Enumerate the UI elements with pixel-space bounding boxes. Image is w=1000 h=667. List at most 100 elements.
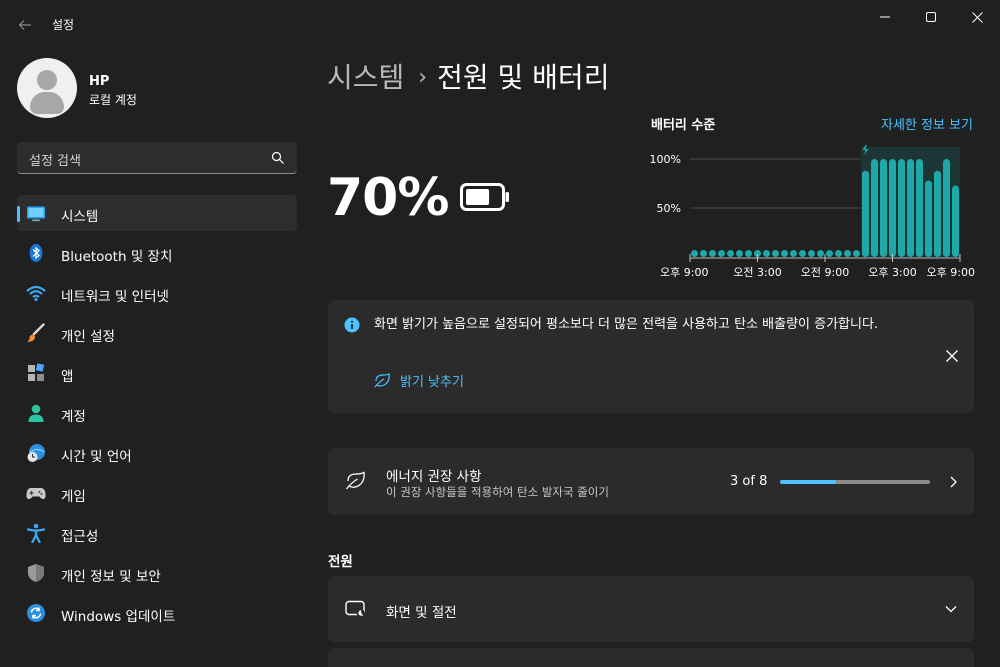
search-input[interactable]: 설정 검색 — [17, 142, 297, 174]
chart-bar — [736, 250, 743, 257]
sidebar-item-label: 시스템 — [61, 209, 99, 225]
sidebar-item-gaming[interactable]: 게임 — [17, 475, 297, 511]
chart-x-tick-label: 오전 3:00 — [733, 266, 781, 279]
sidebar-item-label: 앱 — [61, 369, 74, 385]
breadcrumb-parent[interactable]: 시스템 — [327, 61, 404, 94]
wifi-icon — [26, 285, 46, 302]
chart-bar — [799, 250, 806, 257]
battery-details-link[interactable]: 자세한 정보 보기 — [881, 114, 973, 133]
arrow-left-icon — [18, 20, 31, 30]
chart-bar — [952, 185, 959, 257]
chart-bar — [772, 250, 779, 257]
chevron-right-icon — [950, 476, 957, 488]
next-setting-card[interactable] — [328, 648, 974, 667]
chart-bar — [709, 250, 716, 257]
sidebar-item-label: Windows 업데이트 — [61, 609, 176, 625]
chart-bar — [916, 159, 923, 257]
chart-bar — [862, 170, 869, 257]
energy-count: 3 of 8 — [730, 474, 768, 489]
chart-bar — [898, 159, 905, 257]
chart-bar — [808, 250, 815, 257]
sidebar-item-label: 네트워크 및 인터넷 — [61, 289, 169, 305]
chart-bar — [718, 250, 725, 257]
shield-icon — [28, 564, 44, 582]
breadcrumb: 시스템 › 전원 및 배터리 — [327, 56, 609, 96]
chart-bar — [889, 159, 896, 257]
time-language-icon — [27, 444, 45, 462]
chart-bar — [763, 250, 770, 257]
accessibility-icon — [26, 523, 46, 543]
sidebar-item-apps[interactable]: 앱 — [17, 355, 297, 391]
minimize-icon — [880, 16, 890, 18]
sidebar-item-windows-update[interactable]: Windows 업데이트 — [17, 595, 297, 631]
chart-bar — [925, 180, 932, 257]
app-title: 설정 — [52, 18, 75, 32]
energy-progress-bar — [780, 480, 930, 484]
chart-bar — [844, 250, 851, 257]
chart-bar — [727, 250, 734, 257]
screen-sleep-item[interactable]: 화면 및 절전 — [328, 576, 974, 642]
leaf-icon — [374, 372, 390, 387]
leaf-icon — [345, 471, 365, 490]
sidebar-item-label: 접근성 — [61, 529, 99, 545]
energy-recommendations-card[interactable]: 에너지 권장 사항 이 권장 사항들을 적용하여 탄소 발자국 줄이기 3 of… — [328, 448, 974, 515]
page-title: 전원 및 배터리 — [437, 61, 610, 94]
battery-level-chart: 100% 50% 오후 9:00 오전 3:00 오전 9:00 오후 3:00 오후 9:… — [650, 145, 975, 279]
profile-name: HP — [89, 74, 110, 89]
chart-bar — [880, 159, 887, 257]
update-icon — [27, 604, 45, 622]
chart-bar — [943, 159, 950, 257]
energy-subtitle: 이 권장 사항들을 적용하여 탄소 발자국 줄이기 — [386, 485, 609, 499]
close-icon[interactable] — [944, 348, 960, 364]
sidebar-item-accounts[interactable]: 계정 — [17, 395, 297, 431]
info-icon — [344, 317, 360, 333]
maximize-icon — [926, 12, 936, 22]
search-placeholder: 설정 검색 — [29, 154, 81, 169]
chart-bar — [790, 250, 797, 257]
maximize-button[interactable] — [908, 0, 954, 34]
brush-icon — [27, 323, 45, 342]
chart-x-tick-label: 오후 9:00 — [660, 266, 708, 279]
chart-y-tick-label: 100% — [650, 153, 681, 166]
chart-bar — [853, 250, 860, 257]
energy-title: 에너지 권장 사항 — [386, 469, 482, 485]
bluetooth-icon — [29, 244, 43, 262]
sidebar-item-label: 게임 — [61, 489, 86, 505]
search-icon — [271, 151, 284, 164]
close-window-button[interactable] — [954, 0, 1000, 34]
battery-icon — [460, 183, 509, 211]
chart-bar — [871, 159, 878, 257]
avatar — [17, 58, 77, 118]
energy-progress-fill — [780, 480, 837, 484]
profile-account-type: 로컬 계정 — [89, 93, 137, 107]
lower-brightness-button[interactable]: 밝기 낮추기 — [374, 371, 464, 390]
back-button[interactable] — [12, 12, 38, 38]
info-banner: 화면 밝기가 높음으로 설정되어 평소보다 더 많은 전력을 사용하고 탄소 배… — [328, 300, 974, 413]
sidebar-item-time-language[interactable]: 시간 및 언어 — [17, 435, 297, 471]
minimize-button[interactable] — [862, 0, 908, 34]
sidebar-item-system[interactable]: 시스템 — [17, 195, 297, 231]
apps-icon — [28, 363, 45, 381]
chart-title: 배터리 수준 — [651, 118, 716, 133]
chevron-down-icon — [945, 606, 957, 613]
account-icon — [28, 404, 44, 422]
sidebar-item-privacy[interactable]: 개인 정보 및 보안 — [17, 555, 297, 591]
battery-level-fill — [466, 189, 490, 205]
chart-x-tick-label: 오후 3:00 — [868, 266, 916, 279]
chart-bar — [934, 170, 941, 257]
sidebar-item-bluetooth[interactable]: Bluetooth 및 장치 — [17, 235, 297, 271]
system-icon — [27, 206, 45, 222]
chart-x-tick-label: 오후 9:00 — [927, 266, 975, 279]
sidebar-item-label: 개인 정보 및 보안 — [61, 569, 161, 585]
sidebar-item-accessibility[interactable]: 접근성 — [17, 515, 297, 551]
sidebar-nav: 시스템 Bluetooth 및 장치 네트워크 및 인터넷 개인 설정 앱 계정… — [17, 195, 297, 635]
chart-bar — [745, 250, 752, 257]
sidebar-item-label: 개인 설정 — [61, 329, 115, 345]
chart-bar — [817, 250, 824, 257]
sidebar-item-network[interactable]: 네트워크 및 인터넷 — [17, 275, 297, 311]
lower-brightness-label: 밝기 낮추기 — [400, 375, 464, 390]
gamepad-icon — [26, 488, 46, 499]
sidebar-item-personalization[interactable]: 개인 설정 — [17, 315, 297, 351]
chart-bar — [700, 250, 707, 257]
close-icon — [971, 11, 983, 23]
